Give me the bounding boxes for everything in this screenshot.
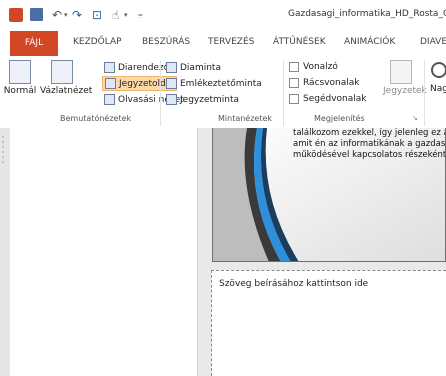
ribbon-view: Normál Vázlatnézet Diarendező Jegyzetold… — [0, 56, 446, 129]
group-divider — [283, 60, 284, 126]
slide-master-button[interactable]: Diaminta — [166, 62, 221, 73]
slide-body-text: találkozom ezekkel, így jelenleg ez á am… — [293, 128, 446, 161]
show-group-label: Megjelenítés — [314, 114, 365, 123]
ruler-label: Vonalzó — [303, 62, 338, 72]
outline-view-icon — [51, 60, 73, 84]
notes-master-label: Jegyzetminta — [180, 94, 240, 105]
zoom-button[interactable]: Nag — [428, 60, 446, 94]
window-title: Gazdasagi_informatika_HD_Rosta_Ga — [288, 9, 446, 19]
notes-page-icon — [105, 78, 116, 89]
grip-dot — [2, 161, 4, 163]
reading-view-icon — [104, 94, 115, 105]
start-from-beginning-icon[interactable]: ⊡ — [92, 8, 102, 22]
slide-sorter-icon — [104, 62, 115, 73]
title-bar: ↶ ▾ ↷ ⊡ ☝ ▾ ⩦ Gazdasagi_informatika_HD_R… — [0, 0, 446, 31]
touch-mode-icon[interactable]: ☝ — [112, 8, 119, 22]
tab-file[interactable]: FÁJL — [10, 31, 58, 56]
redo-icon[interactable]: ↷ — [72, 8, 82, 22]
guides-checkbox-box[interactable] — [289, 94, 299, 104]
normal-view-button[interactable]: Normál — [2, 60, 38, 96]
slide-text-line: működésével kapcsolatos részeként — [293, 150, 446, 160]
guides-label: Segédvonalak — [303, 94, 367, 104]
gridlines-checkbox[interactable]: Rácsvonalak — [289, 78, 360, 88]
grip-dot — [2, 146, 4, 148]
group-divider — [160, 60, 161, 126]
notes-toggle-label: Jegyzetek — [383, 86, 427, 96]
notes-placeholder-text: Szöveg beírásához kattintson ide — [219, 279, 369, 289]
tab-home[interactable]: KEZDŐLAP — [73, 37, 122, 47]
touch-dropdown-icon[interactable]: ▾ — [124, 11, 128, 19]
gridlines-label: Rácsvonalak — [303, 78, 360, 88]
slide-image[interactable]: találkozom ezekkel, így jelenleg ez á am… — [212, 128, 446, 262]
slide-master-icon — [166, 62, 177, 73]
ribbon-tabs: FÁJL KEZDŐLAP BESZÚRÁS TERVEZÉS ÁTTŰNÉSE… — [0, 31, 446, 57]
outline-view-label: Vázlatnézet — [40, 86, 93, 96]
notes-toggle-button[interactable]: Jegyzetek — [383, 60, 427, 96]
powerpoint-logo-icon — [9, 8, 23, 22]
ruler-checkbox[interactable]: Vonalzó — [289, 62, 338, 72]
slide-text-line: találkozom ezekkel, így jelenleg ez á — [293, 128, 446, 138]
group-divider — [424, 60, 425, 126]
zoom-icon — [431, 62, 446, 78]
guides-checkbox[interactable]: Segédvonalak — [289, 94, 367, 104]
normal-view-icon — [9, 60, 31, 84]
normal-view-label: Normál — [3, 86, 37, 96]
customize-quick-access-icon[interactable]: ⩦ — [138, 10, 143, 20]
grip-dot — [2, 136, 4, 138]
show-dialog-launcher-icon[interactable]: ↘ — [412, 114, 418, 122]
tab-insert[interactable]: BESZÚRÁS — [142, 37, 190, 47]
grip-dot — [2, 151, 4, 153]
thumbnail-pane[interactable] — [10, 128, 198, 376]
ruler-checkbox-box[interactable] — [289, 62, 299, 72]
tab-slideshow[interactable]: DIAVE — [420, 37, 446, 47]
tab-animations[interactable]: ANIMÁCIÓK — [344, 37, 395, 47]
slide-text-line: amit én az informatikának a gazdasá — [293, 139, 446, 149]
notes-icon — [390, 60, 412, 84]
slide-master-label: Diaminta — [180, 62, 221, 73]
grip-dot — [2, 141, 4, 143]
slide-sorter-label: Diarendező — [118, 62, 170, 73]
undo-dropdown-icon[interactable]: ▾ — [64, 11, 68, 19]
zoom-label: Nag — [430, 84, 446, 94]
undo-icon[interactable]: ↶ — [52, 8, 62, 22]
grip-dot — [2, 156, 4, 158]
outline-view-button[interactable]: Vázlatnézet — [40, 60, 92, 96]
gridlines-checkbox-box[interactable] — [289, 78, 299, 88]
presentation-views-group-label: Bemutatónézetek — [60, 114, 132, 123]
notes-placeholder-box[interactable]: Szöveg beírásához kattintson ide — [211, 270, 446, 376]
tab-transitions[interactable]: ÁTTŰNÉSEK — [273, 37, 326, 47]
master-views-group-label: Mintanézetek — [218, 114, 273, 123]
tab-design[interactable]: TERVEZÉS — [208, 37, 254, 47]
save-icon[interactable] — [30, 8, 43, 21]
notes-master-icon — [166, 94, 177, 105]
notes-master-button[interactable]: Jegyzetminta — [166, 94, 239, 105]
handout-master-icon — [166, 78, 177, 89]
handout-master-label: Emlékeztetőminta — [180, 78, 262, 89]
handout-master-button[interactable]: Emlékeztetőminta — [166, 78, 262, 89]
